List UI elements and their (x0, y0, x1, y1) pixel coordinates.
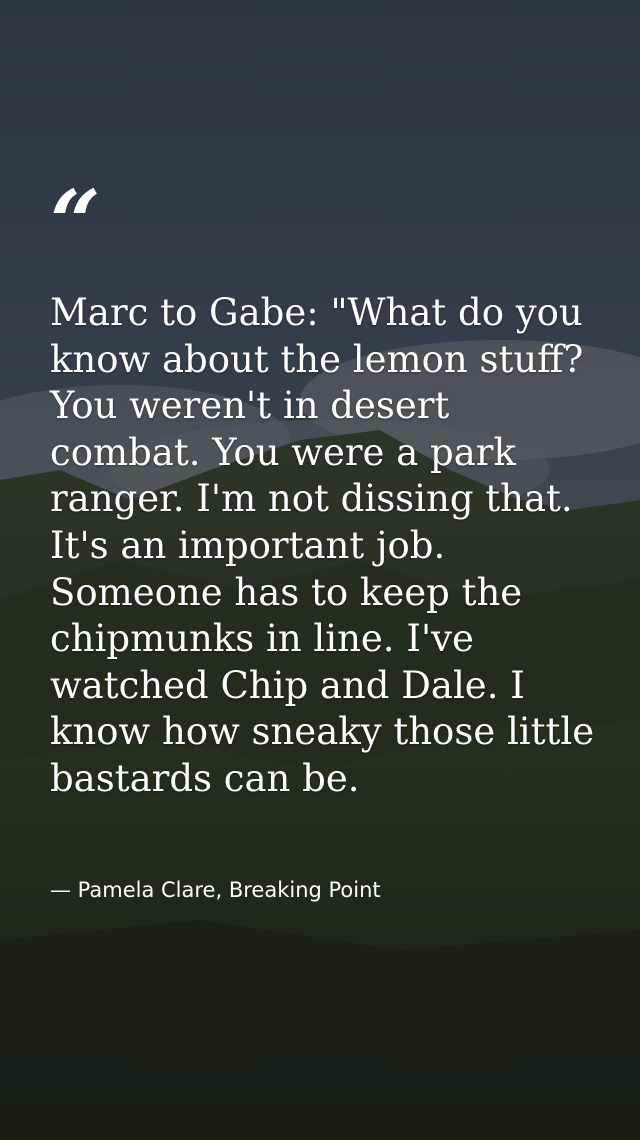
quote-attribution: — Pamela Clare, Breaking Point (50, 878, 381, 902)
quote-mark-icon: “ (50, 170, 101, 274)
quote-text: Marc to Gabe: "What do you know about th… (50, 291, 595, 800)
